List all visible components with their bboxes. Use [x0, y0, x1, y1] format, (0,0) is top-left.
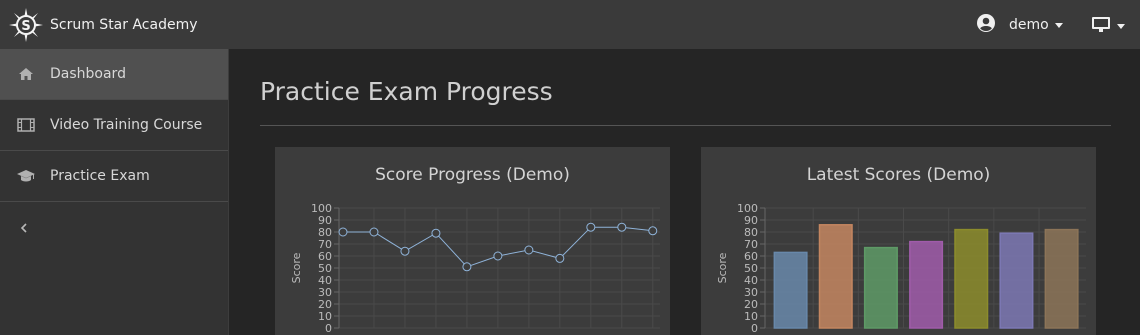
y-axis-label: Score	[290, 252, 303, 283]
sidebar-item-label: Practice Exam	[50, 168, 150, 184]
latest-scores-panel: Latest Scores (Demo) 0 10 20 30 40 50 60 70 80 90…	[701, 147, 1096, 335]
graduation-cap-icon	[0, 169, 50, 183]
data-point	[524, 245, 534, 255]
chevron-left-icon	[20, 219, 28, 238]
chevron-down-icon	[1054, 22, 1063, 28]
data-point	[462, 262, 472, 272]
data-point	[555, 253, 565, 263]
y-tick-label: 70	[318, 238, 332, 251]
page-title: Practice Exam Progress	[260, 77, 553, 106]
y-tick-label: 100	[737, 202, 758, 215]
sidebar: Dashboard Video Training Course Practice…	[0, 49, 229, 335]
data-point	[431, 228, 441, 238]
y-axis-label: Score	[716, 252, 729, 283]
user-name: demo	[1009, 17, 1049, 33]
data-point	[338, 227, 348, 237]
chevron-down-icon	[1117, 24, 1125, 29]
y-tick-label: 60	[318, 250, 332, 263]
user-avatar-icon	[976, 13, 996, 37]
divider	[260, 125, 1111, 126]
y-tick-label: 0	[325, 322, 332, 335]
y-tick-label: 20	[744, 298, 758, 311]
y-tick-label: 30	[744, 286, 758, 299]
sidebar-item-label: Video Training Course	[50, 117, 203, 133]
y-tick-label: 90	[318, 214, 332, 227]
brand[interactable]: S Scrum Star Academy	[0, 7, 198, 43]
bar	[818, 224, 853, 329]
monitor-icon	[1091, 16, 1111, 37]
bar	[954, 228, 989, 329]
y-tick-label: 40	[318, 274, 332, 287]
bar	[1044, 228, 1079, 329]
y-tick-label: 30	[318, 286, 332, 299]
brand-name: Scrum Star Academy	[50, 16, 198, 33]
data-point	[617, 222, 627, 232]
sidebar-item-dashboard[interactable]: Dashboard	[0, 49, 228, 100]
bar	[909, 240, 944, 329]
y-tick-label: 80	[744, 226, 758, 239]
latest-scores-chart: 0102030405060708090100 Score	[716, 202, 1086, 335]
y-tick-label: 100	[311, 202, 332, 215]
score-progress-panel: Score Progress (Demo) 0 10 20 30 40 50 60 70 80 9…	[275, 147, 670, 335]
home-icon	[0, 67, 50, 81]
y-tick-label: 10	[318, 310, 332, 323]
main-content: Practice Exam Progress Score Progress (D…	[230, 49, 1140, 335]
display-menu[interactable]	[1091, 16, 1125, 37]
y-tick-label: 0	[751, 322, 758, 335]
y-tick-label: 60	[744, 250, 758, 263]
top-navbar: S Scrum Star Academy demo	[0, 0, 1140, 49]
data-point	[493, 251, 503, 261]
user-menu[interactable]: demo	[976, 13, 1063, 37]
sidebar-item-video-training[interactable]: Video Training Course	[0, 100, 228, 151]
y-tick-label: 50	[318, 262, 332, 275]
data-point	[400, 246, 410, 256]
bar	[863, 246, 898, 329]
sidebar-item-practice-exam[interactable]: Practice Exam	[0, 151, 228, 202]
data-point	[369, 227, 379, 237]
sidebar-item-label: Dashboard	[50, 66, 126, 82]
data-point	[648, 226, 658, 236]
y-tick-label: 70	[744, 238, 758, 251]
y-tick-label: 10	[744, 310, 758, 323]
data-point	[586, 222, 596, 232]
bar	[999, 232, 1034, 329]
logo-icon: S	[8, 7, 44, 43]
film-icon	[0, 118, 50, 132]
y-tick-label: 90	[744, 214, 758, 227]
score-progress-chart: 0102030405060708090100 Score	[290, 202, 660, 335]
y-tick-label: 20	[318, 298, 332, 311]
y-tick-label: 50	[744, 262, 758, 275]
sidebar-collapse-button[interactable]	[0, 202, 228, 254]
y-tick-label: 40	[744, 274, 758, 287]
y-tick-label: 80	[318, 226, 332, 239]
svg-text:S: S	[21, 19, 30, 34]
bar	[773, 251, 808, 329]
